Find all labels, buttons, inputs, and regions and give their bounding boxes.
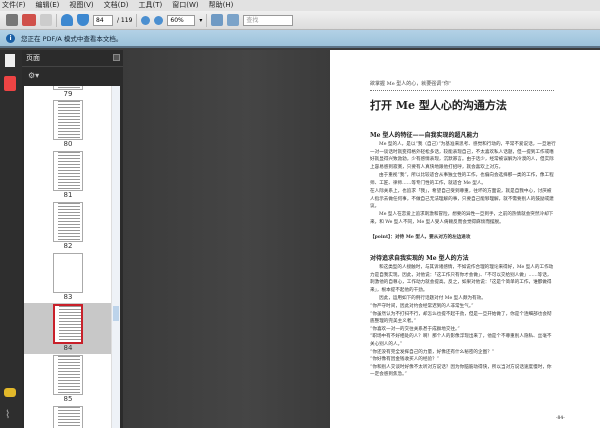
print-icon[interactable]	[6, 14, 18, 26]
chevron-down-icon[interactable]: ▾	[199, 17, 202, 24]
page-number: -84-	[556, 416, 565, 421]
menu-window[interactable]: 窗口(W)	[172, 0, 198, 11]
quote-list: “你严守时间，因此对约会经常迟到的人非常生气。” “你虽然认为不打扫不行，却怎么…	[370, 304, 552, 378]
toolbar: 84 / 119 60% ▾ 查找	[0, 11, 600, 30]
menu-bar: 文件(F) 编辑(E) 视图(V) 文档(D) 工具(T) 窗口(W) 帮助(H…	[0, 0, 600, 11]
zoom-out-icon[interactable]	[141, 15, 151, 25]
thumbnail-scrollbar[interactable]	[111, 86, 120, 428]
pages-panel: 页面 ⚙▾ 79 80 81 82 83 84 85	[22, 50, 123, 428]
section-heading: 对待追求自我实现的 Me 型人的方法	[370, 255, 469, 262]
navigation-strip: ⌇	[0, 50, 22, 428]
divider	[206, 13, 208, 27]
page-number-input[interactable]: 84	[93, 14, 113, 26]
attachment-icon[interactable]: ⌇	[5, 408, 10, 421]
paragraph: Me 型人在恋爱上追求刺激和冒险，想要的异性一旦到手，之前的热情就会突然冷却下来…	[370, 212, 554, 225]
panel-options-button[interactable]	[113, 54, 120, 61]
thumbnail-list: 79 80 81 82 83 84 85	[24, 86, 120, 428]
running-header: 欲掌握 Me 型人的心，就要强调“你”	[370, 81, 452, 87]
menu-file[interactable]: 文件(F)	[2, 0, 26, 11]
paragraph: 由于重视“我”，所以比较适合从事独立性的工作，也偏向会选择那一类的工作，像工程师…	[370, 173, 554, 186]
menu-document[interactable]: 文档(D)	[104, 0, 129, 11]
comment-icon[interactable]	[40, 14, 52, 26]
pages-icon[interactable]	[5, 54, 15, 67]
zoom-select[interactable]: 60%	[167, 14, 196, 26]
thumbnail-82[interactable]: 82	[24, 202, 112, 250]
document-page: 欲掌握 Me 型人的心，就要强调“你” 打开 Me 型人心的沟通方法 Me 型人…	[330, 50, 600, 428]
document-background	[123, 50, 330, 428]
fit-width-icon[interactable]	[211, 14, 224, 26]
thumbnail-80[interactable]: 80	[24, 100, 112, 148]
create-pdf-icon[interactable]	[22, 14, 36, 26]
search-input[interactable]: 查找	[243, 14, 294, 26]
divider	[136, 13, 138, 27]
menu-tools[interactable]: 工具(T)	[139, 0, 163, 11]
paragraph: 在人际关系上，也追求「我」，希望自己受到尊重，往坏的方面说，就是自我中心，讨厌被…	[370, 189, 554, 210]
fit-page-icon[interactable]	[227, 14, 240, 26]
thumbnail-79[interactable]: 79	[24, 86, 112, 98]
paragraph: Me 型的人，是以“我（自己）”为基准来思考、感觉和行动的，平常不爱说话，一旦进…	[370, 142, 556, 170]
page-total: / 119	[117, 16, 133, 24]
point-note: 【point】：对待 Me 型人，要从对方的左边进攻	[370, 235, 471, 240]
menu-help[interactable]: 帮助(H)	[209, 0, 234, 11]
thumbnail-83[interactable]: 83	[24, 253, 112, 301]
header-rule	[370, 90, 554, 91]
thumbnail-86[interactable]	[24, 406, 112, 428]
options-gear-icon[interactable]: ⚙▾	[22, 67, 123, 85]
info-icon: i	[6, 33, 15, 43]
pdfa-icon[interactable]	[4, 76, 16, 91]
menu-edit[interactable]: 编辑(E)	[36, 0, 60, 11]
comments-icon[interactable]	[4, 388, 16, 397]
prev-page-icon[interactable]	[61, 14, 73, 26]
next-page-icon[interactable]	[77, 14, 89, 26]
info-bar: i 您正在 PDF/A 模式中查看本文档。	[0, 30, 600, 48]
thumbnail-81[interactable]: 81	[24, 151, 112, 199]
section-heading: Me 型人的特征——自我实现的超凡能力	[370, 132, 479, 139]
menu-view[interactable]: 视图(V)	[69, 0, 93, 11]
panel-title: 页面	[26, 54, 40, 62]
paragraph: 因此，运用如下的例行话题对付 Me 型人颇为有效。	[379, 296, 486, 301]
thumbnail-85[interactable]: 85	[24, 355, 112, 403]
info-message: 您正在 PDF/A 模式中查看本文档。	[21, 35, 123, 43]
chapter-title: 打开 Me 型人心的沟通方法	[370, 99, 507, 112]
scrollbar-thumb[interactable]	[113, 306, 119, 321]
zoom-in-icon[interactable]	[154, 15, 164, 25]
thumbnail-84[interactable]: 84	[24, 303, 112, 354]
paragraph: 和这类型的人接触时，与其诉诸感情，不如说作合理的理论来得好，Me 型人的工作动力…	[370, 265, 554, 293]
divider	[56, 13, 57, 27]
